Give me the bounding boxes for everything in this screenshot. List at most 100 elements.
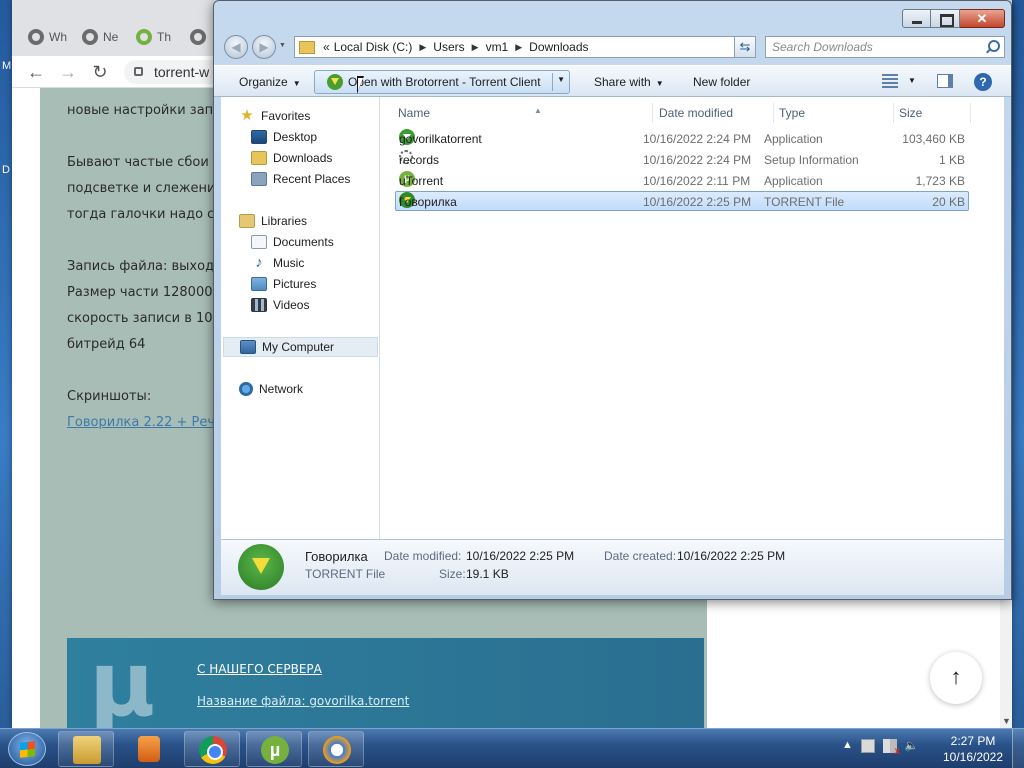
preview-pane-icon[interactable]	[937, 74, 953, 88]
nav-label: Videos	[273, 298, 310, 312]
detail-filetype: TORRENT File	[305, 567, 386, 581]
network-icon	[239, 382, 253, 396]
column-header-size[interactable]: Size	[899, 103, 971, 123]
nav-videos[interactable]: Videos	[251, 295, 377, 315]
recent-pages-icon[interactable]: ▼	[279, 42, 286, 49]
reload-button[interactable]: ↻	[88, 61, 112, 83]
open-with-button[interactable]: Open with Brotorrent - Torrent Client ▼	[314, 70, 570, 94]
detail-filename: Говорилка	[305, 549, 368, 564]
chevron-right-icon[interactable]: ▶	[510, 42, 527, 53]
browser-tab[interactable]	[184, 24, 214, 50]
videos-icon	[251, 298, 267, 312]
explorer-window: ✕ ◀ ▶ ▼ « Local Disk (C:) ▶ Users ▶ vm1 …	[213, 0, 1012, 600]
nav-libraries[interactable]: Libraries	[239, 211, 377, 231]
show-hidden-icons-icon[interactable]: ▲	[842, 739, 853, 753]
network-tray-icon[interactable]	[860, 739, 875, 753]
start-button[interactable]	[8, 732, 46, 766]
taskbar-avast[interactable]	[308, 731, 364, 767]
share-with-button[interactable]: Share with ▼	[594, 72, 664, 92]
search-input[interactable]: Search Downloads	[765, 36, 1005, 58]
column-header-date[interactable]: Date modified	[659, 103, 774, 123]
detail-created-label: Date created:	[604, 549, 677, 563]
taskbar-media-player[interactable]	[120, 731, 176, 767]
file-row-selected[interactable]: Говорилка 10/16/2022 2:25 PM TORRENT Fil…	[395, 191, 969, 211]
address-segment[interactable]: Local Disk (C:)	[332, 40, 415, 54]
chevron-down-icon[interactable]: ▼	[557, 75, 565, 84]
address-segment[interactable]: vm1	[484, 40, 511, 54]
address-segment[interactable]: Downloads	[527, 40, 590, 54]
back-arrow-icon[interactable]: ◀	[224, 35, 248, 59]
forward-button[interactable]: →	[56, 61, 80, 83]
file-row[interactable]: govorilkatorrent 10/16/2022 2:24 PM Appl…	[395, 128, 969, 148]
change-view-icon[interactable]	[882, 74, 898, 88]
nav-network[interactable]: Network	[239, 379, 377, 399]
search-placeholder: Search Downloads	[772, 40, 873, 54]
new-folder-button[interactable]: New folder	[693, 72, 750, 92]
nav-recent-places[interactable]: Recent Places	[251, 169, 377, 189]
utorrent-logo-icon: µ	[89, 632, 156, 729]
chevron-right-icon[interactable]: ▶	[414, 42, 431, 53]
brotorrent-icon	[327, 74, 343, 90]
taskbar-windows-explorer[interactable]	[58, 731, 114, 767]
music-icon: ♪	[255, 254, 263, 271]
scroll-down-icon[interactable]: ▼	[1002, 716, 1011, 726]
nav-my-computer[interactable]: My Computer	[223, 337, 378, 357]
address-segment[interactable]: Users	[431, 40, 466, 54]
command-bar: Organize ▼ Open with Brotorrent - Torrent…	[214, 65, 1011, 97]
file-date: 10/16/2022 2:24 PM	[643, 153, 752, 167]
download-banner: µ С НАШЕГО СЕРВЕРА Название файла: govor…	[67, 638, 704, 728]
column-header-type[interactable]: Type	[779, 103, 894, 123]
browser-tab[interactable]: Wh	[22, 24, 74, 50]
browser-tab-label: Th	[157, 30, 172, 44]
media-player-icon	[138, 736, 160, 762]
organize-button[interactable]: Organize ▼	[239, 72, 301, 92]
browser-tab[interactable]: Ne	[76, 24, 128, 50]
show-desktop-button[interactable]	[1012, 729, 1024, 768]
close-button[interactable]: ✕	[960, 9, 1005, 28]
volume-icon[interactable]: 🔈	[905, 739, 919, 753]
file-row[interactable]: records 10/16/2022 2:24 PM Setup Informa…	[395, 149, 969, 169]
server-download-link[interactable]: С НАШЕГО СЕРВЕРА	[197, 662, 322, 676]
chevron-right-icon[interactable]: ▶	[467, 42, 484, 53]
address-bar[interactable]: « Local Disk (C:) ▶ Users ▶ vm1 ▶ Downlo…	[294, 36, 756, 58]
file-type: Application	[764, 132, 823, 146]
taskbar-google-chrome[interactable]	[184, 731, 240, 767]
scroll-to-top-button[interactable]: ↑	[930, 652, 982, 704]
caption-buttons: ✕	[902, 9, 1005, 28]
utorrent-icon: µ	[261, 736, 289, 764]
nav-label: Pictures	[273, 277, 317, 291]
file-row[interactable]: µ uTorrent 10/16/2022 2:11 PM Application…	[395, 170, 969, 190]
column-label: Name	[398, 106, 431, 120]
column-header-name[interactable]: Name ▲	[398, 103, 653, 123]
torrent-file-icon	[238, 544, 284, 590]
maximize-button[interactable]	[931, 9, 960, 28]
nav-favorites[interactable]: ★ Favorites	[239, 106, 377, 126]
nav-music[interactable]: ♪ Music	[251, 253, 377, 273]
back-button[interactable]: ←	[24, 61, 48, 83]
nav-documents[interactable]: Documents	[251, 232, 377, 252]
explorer-navigation-row: ◀ ▶ ▼ « Local Disk (C:) ▶ Users ▶ vm1 ▶ …	[222, 33, 1005, 61]
address-overflow[interactable]: «	[321, 40, 332, 54]
chevron-down-icon[interactable]: ▼	[908, 76, 916, 85]
detail-modified-value: 10/16/2022 2:25 PM	[466, 549, 575, 563]
search-icon[interactable]	[988, 40, 1000, 52]
file-size: 20 KB	[932, 195, 965, 209]
file-type: TORRENT File	[764, 195, 845, 209]
clock-time: 2:27 PM	[950, 734, 996, 748]
file-date: 10/16/2022 2:11 PM	[643, 174, 751, 188]
url-text: torrent-w	[154, 64, 210, 80]
minimize-button[interactable]	[902, 9, 931, 28]
refresh-button[interactable]: ⇆	[734, 36, 756, 58]
help-icon[interactable]: ?	[974, 73, 992, 91]
nav-pictures[interactable]: Pictures	[251, 274, 377, 294]
taskbar-clock[interactable]: 2:27 PM 10/16/2022	[940, 733, 1006, 765]
taskbar-utorrent[interactable]: µ	[246, 731, 302, 767]
nav-downloads[interactable]: Downloads	[251, 148, 377, 168]
nav-label: Network	[259, 382, 304, 396]
forward-arrow-icon[interactable]: ▶	[252, 35, 276, 59]
browser-tab[interactable]: Th	[130, 24, 182, 50]
nav-desktop[interactable]: Desktop	[251, 127, 377, 147]
torrent-file-link[interactable]: Название файла: govorilka.torrent	[197, 694, 409, 708]
detail-size-value: 19.1 KB	[466, 567, 509, 581]
action-center-flag-icon[interactable]	[882, 739, 900, 757]
